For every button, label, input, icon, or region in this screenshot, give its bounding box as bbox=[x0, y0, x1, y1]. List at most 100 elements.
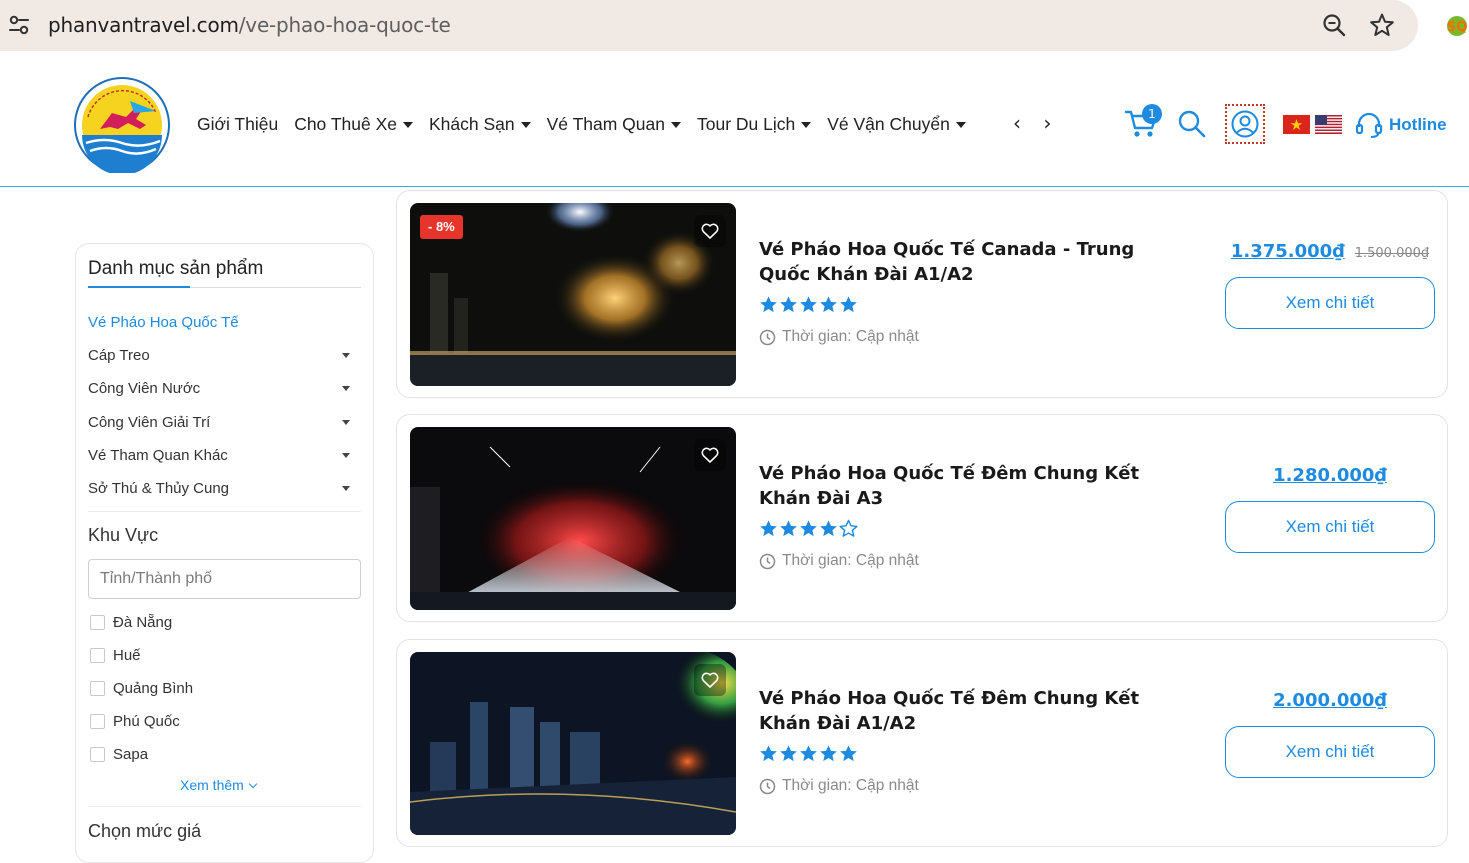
product-time-label: Thời gian: Cập nhật bbox=[782, 328, 919, 345]
area-label: Đà Nẵng bbox=[113, 614, 173, 631]
category-item-cap-treo[interactable]: Cáp Treo bbox=[88, 339, 350, 372]
search-icon[interactable] bbox=[1177, 109, 1207, 139]
caret-down-icon[interactable] bbox=[342, 452, 350, 458]
star-filled-icon bbox=[759, 519, 778, 542]
browser-toolbar: phanvantravel.com/ve-phao-hoa-quoc-te SQ bbox=[0, 0, 1469, 60]
clock-icon bbox=[759, 778, 776, 794]
svg-text:SQ: SQ bbox=[1447, 20, 1467, 35]
area-checkbox[interactable] bbox=[90, 714, 105, 729]
area-label: Quảng Bình bbox=[113, 680, 194, 697]
category-item-ve-phao-hoa-quoc-te[interactable]: Vé Pháo Hoa Quốc Tế bbox=[88, 306, 350, 339]
province-input[interactable] bbox=[88, 559, 361, 599]
hotline-button[interactable]: Hotline bbox=[1354, 110, 1447, 140]
area-checkbox[interactable] bbox=[90, 648, 105, 663]
nav-item-ve-tham-quan[interactable]: Vé Tham Quan bbox=[547, 114, 681, 135]
area-item-da-nang: Đà Nẵng bbox=[90, 606, 193, 639]
area-label: Huế bbox=[113, 647, 141, 664]
area-checkbox[interactable] bbox=[90, 747, 105, 762]
heart-icon bbox=[701, 672, 719, 688]
category-item-cong-vien-nuoc[interactable]: Công Viên Nước bbox=[88, 372, 350, 405]
product-time: Thời gian: Cập nhật bbox=[759, 552, 919, 570]
hotline-label: Hotline bbox=[1389, 115, 1447, 134]
star-filled-icon bbox=[779, 519, 798, 542]
product-image[interactable]: - 8% bbox=[410, 203, 736, 386]
zoom-icon[interactable] bbox=[1321, 12, 1347, 38]
nav-item-khach-san[interactable]: Khách Sạn bbox=[429, 114, 531, 135]
star-filled-icon bbox=[819, 295, 838, 318]
main-nav: Giới Thiệu Cho Thuê Xe Khách Sạn Vé Tham Qu… bbox=[197, 114, 982, 135]
nav-item-tour-du-lich[interactable]: Tour Du Lịch bbox=[696, 114, 812, 135]
nav-item-label: Khách Sạn bbox=[429, 114, 515, 134]
view-details-button[interactable]: Xem chi tiết bbox=[1225, 726, 1435, 778]
view-details-button[interactable]: Xem chi tiết bbox=[1225, 277, 1435, 329]
nav-item-label: Tour Du Lịch bbox=[696, 114, 796, 134]
nav-item-ve-van-chuyen[interactable]: Vé Vận Chuyển bbox=[827, 114, 966, 135]
category-label: Sở Thú & Thủy Cung bbox=[88, 480, 230, 498]
flag-usa-icon[interactable] bbox=[1315, 115, 1342, 134]
see-more-label: Xem thêm bbox=[180, 777, 244, 793]
address-bar[interactable]: phanvantravel.com/ve-phao-hoa-quoc-te bbox=[0, 0, 1418, 51]
price-group: 1.280.000₫ bbox=[1225, 465, 1435, 486]
star-filled-icon bbox=[759, 295, 778, 318]
category-item-cong-vien-giai-tri[interactable]: Công Viên Giải Trí bbox=[88, 406, 350, 439]
nav-item-label: Giới Thiệu bbox=[197, 114, 279, 134]
wishlist-button[interactable] bbox=[694, 664, 726, 696]
bookmark-star-icon[interactable] bbox=[1369, 12, 1395, 38]
star-filled-icon bbox=[799, 295, 818, 318]
product-title[interactable]: Vé Pháo Hoa Quốc Tế Đêm Chung Kết Khán Đ… bbox=[759, 461, 1179, 511]
caret-down-icon[interactable] bbox=[342, 353, 350, 359]
see-more-link[interactable]: Xem thêm bbox=[180, 777, 258, 793]
sidebar-title-accent bbox=[88, 286, 190, 288]
area-item-phu-quoc: Phú Quốc bbox=[90, 705, 193, 738]
wishlist-button[interactable] bbox=[694, 439, 726, 471]
product-title[interactable]: Vé Pháo Hoa Quốc Tế Đêm Chung Kết Khán Đ… bbox=[759, 686, 1179, 736]
url-text[interactable]: phanvantravel.com/ve-phao-hoa-quoc-te bbox=[48, 13, 451, 37]
star-filled-icon bbox=[839, 295, 858, 318]
sidebar-title-underline bbox=[88, 286, 361, 288]
caret-down-icon[interactable] bbox=[342, 419, 350, 425]
category-label: Cáp Treo bbox=[88, 347, 150, 365]
company-logo[interactable] bbox=[74, 77, 170, 173]
wishlist-button[interactable] bbox=[694, 215, 726, 247]
category-label: Vé Pháo Hoa Quốc Tế bbox=[88, 314, 239, 332]
area-label: Phú Quốc bbox=[113, 713, 180, 730]
sidebar-divider bbox=[88, 806, 361, 807]
product-card: Vé Pháo Hoa Quốc Tế Đêm Chung Kết Khán Đ… bbox=[396, 639, 1448, 847]
area-checkbox[interactable] bbox=[90, 615, 105, 630]
product-image[interactable] bbox=[410, 652, 736, 835]
category-item-so-thu-thuy-cung[interactable]: Sở Thú & Thủy Cung bbox=[88, 472, 350, 505]
product-time: Thời gian: Cập nhật bbox=[759, 777, 919, 795]
nav-item-gioi-thieu[interactable]: Giới Thiệu bbox=[197, 114, 278, 135]
headset-icon bbox=[1355, 112, 1383, 138]
star-filled-icon bbox=[799, 519, 818, 542]
url-path: /ve-phao-hoa-quoc-te bbox=[238, 13, 451, 37]
category-label: Công Viên Giải Trí bbox=[88, 413, 211, 431]
product-time-label: Thời gian: Cập nhật bbox=[782, 777, 919, 794]
product-image[interactable] bbox=[410, 427, 736, 610]
star-filled-icon bbox=[799, 744, 818, 767]
discount-badge: - 8% bbox=[420, 215, 463, 239]
caret-down-icon bbox=[403, 121, 413, 128]
sidebar-title: Danh mục sản phẩm bbox=[88, 258, 264, 279]
flag-vietnam-icon[interactable] bbox=[1283, 115, 1310, 134]
site-header: Giới Thiệu Cho Thuê Xe Khách Sạn Vé Tham Qu… bbox=[0, 60, 1469, 187]
product-title[interactable]: Vé Pháo Hoa Quốc Tế Canada - Trung Quốc … bbox=[759, 237, 1179, 287]
account-button[interactable] bbox=[1225, 104, 1265, 144]
nav-item-label: Vé Tham Quan bbox=[546, 114, 665, 134]
product-price: 1.280.000₫ bbox=[1273, 465, 1387, 486]
star-filled-icon bbox=[759, 744, 778, 767]
view-details-button[interactable]: Xem chi tiết bbox=[1225, 501, 1435, 553]
category-list: Vé Pháo Hoa Quốc Tế Cáp Treo Công Viên Nướ… bbox=[88, 306, 350, 505]
area-list: Đà Nẵng Huế Quảng Bình Phú Quốc Sapa bbox=[90, 606, 193, 771]
chevron-down-icon bbox=[248, 779, 258, 788]
caret-down-icon[interactable] bbox=[342, 486, 350, 492]
nav-item-cho-thue-xe[interactable]: Cho Thuê Xe bbox=[294, 114, 413, 135]
price-filter-title: Chọn mức giá bbox=[88, 821, 202, 841]
category-item-ve-tham-quan-khac[interactable]: Vé Tham Quan Khác bbox=[88, 439, 350, 472]
caret-down-icon[interactable] bbox=[342, 386, 350, 392]
area-checkbox[interactable] bbox=[90, 681, 105, 696]
extension-icon[interactable]: SQ bbox=[1445, 14, 1469, 38]
area-item-sapa: Sapa bbox=[90, 738, 193, 771]
site-info-icon[interactable] bbox=[6, 12, 32, 38]
nav-scroll-arrows[interactable]: ‹ › bbox=[1013, 111, 1059, 135]
